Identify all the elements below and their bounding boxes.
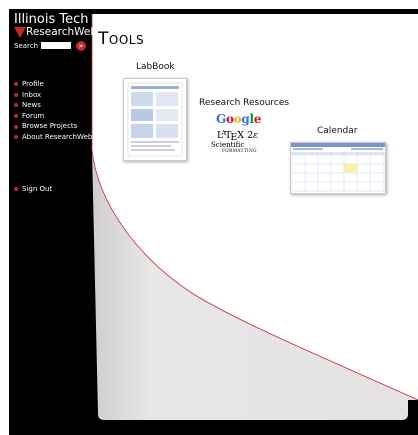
calendar-preview-image xyxy=(291,143,385,192)
page: Illinois Tech ResearchWeb Search » Profi… xyxy=(0,0,418,435)
content-panel xyxy=(91,14,418,420)
labbook-preview-image xyxy=(127,82,183,157)
sidebar-item-news[interactable]: News xyxy=(14,100,92,111)
sidebar-footer: Sign Out xyxy=(14,184,52,195)
labbook-label: LabBook xyxy=(136,62,175,72)
search-input[interactable] xyxy=(41,42,71,49)
sidebar-item-label: About ResearchWeb xyxy=(22,132,93,141)
bullet-icon xyxy=(14,103,18,108)
sign-out-link[interactable]: Sign Out xyxy=(14,184,52,195)
search-submit-button[interactable]: » xyxy=(76,41,86,51)
research-resources-label: Research Resources xyxy=(199,98,290,108)
sidebar-item-browse-projects[interactable]: Browse Projects xyxy=(14,121,92,132)
sidebar-item-label: Profile xyxy=(22,80,44,88)
brand-subtitle: ResearchWeb xyxy=(26,26,98,38)
page-title: Tools xyxy=(98,29,144,49)
google-logo: Google xyxy=(216,112,262,126)
sidebar-item-label: Inbox xyxy=(22,90,42,99)
page-title-text: Tools xyxy=(98,29,145,49)
calendar-thumbnail[interactable] xyxy=(290,142,386,194)
bullet-icon xyxy=(14,187,18,192)
sidebar-item-label: Forum xyxy=(22,111,45,120)
sidebar-item-label: News xyxy=(22,101,41,110)
sidebar-item-profile[interactable]: Profile xyxy=(14,79,92,90)
sidebar-item-forum[interactable]: Forum xyxy=(14,111,92,122)
bullet-icon xyxy=(14,82,18,87)
bullet-icon xyxy=(14,114,18,119)
sign-out-label: Sign Out xyxy=(22,185,53,193)
search-go-icon: » xyxy=(78,42,84,50)
sidebar-nav: Profile Inbox News Forum Browse Projects… xyxy=(14,79,92,143)
brand-title: Illinois Tech xyxy=(14,12,89,27)
sidebar-item-inbox[interactable]: Inbox xyxy=(14,90,92,101)
sidebar-item-about[interactable]: About ResearchWeb xyxy=(14,132,92,143)
bullet-icon xyxy=(14,124,18,129)
sidebar-item-label: Browse Projects xyxy=(22,122,78,131)
search-label: Search xyxy=(14,42,39,50)
calendar-label: Calendar xyxy=(317,126,358,136)
labbook-thumbnail[interactable] xyxy=(123,78,187,161)
bullet-icon xyxy=(14,135,18,140)
brand-triangle-icon xyxy=(14,27,26,38)
bullet-icon xyxy=(14,92,18,97)
scientific-formatting-logo-sub: FORMATTING xyxy=(222,148,257,153)
